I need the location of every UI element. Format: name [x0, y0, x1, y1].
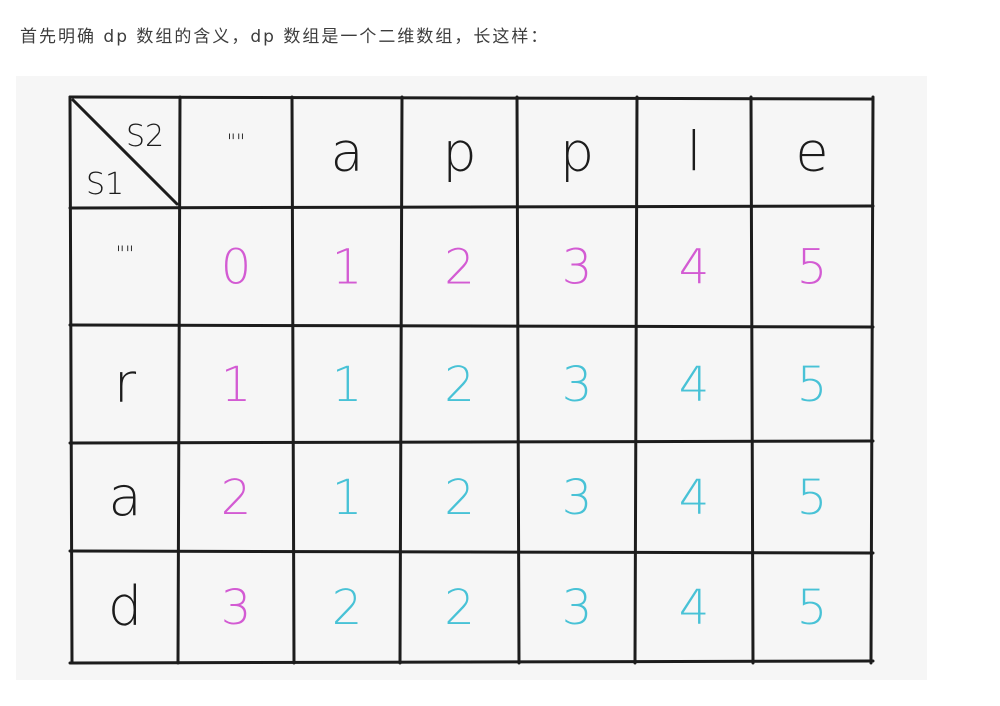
intro-text: 首先明确 dp 数组的含义，dp 数组是一个二维数组，长这样： — [20, 27, 550, 47]
corner-label-s2: S2 — [126, 119, 164, 154]
grid-column-line — [290, 95, 296, 665]
grid-row-line — [68, 95, 875, 101]
dp-cell-value: 3 — [562, 580, 593, 636]
dp-cell-value: 1 — [332, 240, 363, 296]
corner-label-s1: S1 — [86, 167, 124, 202]
dp-table-figure: S2 S1 "" a p p l e "" r a d 012345112345212345322… — [16, 76, 927, 680]
column-header: p — [560, 121, 594, 184]
dp-cell-value: 4 — [679, 470, 710, 526]
column-headers: "" a p p l e — [227, 121, 829, 184]
grid-column-line — [515, 95, 521, 665]
dp-cell-value: 5 — [797, 470, 828, 526]
dp-cell-value: 0 — [221, 240, 252, 296]
dp-cell-value: 5 — [797, 580, 828, 636]
row-header: a — [108, 465, 141, 528]
column-header: a — [330, 121, 363, 184]
dp-cell-value: 5 — [797, 357, 828, 413]
dp-cell-value: 2 — [444, 580, 475, 636]
dp-cell-value: 5 — [797, 240, 828, 296]
dp-cell-value: 3 — [562, 240, 593, 296]
corner-header: S2S1 — [71, 98, 179, 206]
dp-cell-value: 4 — [679, 580, 710, 636]
dp-cell-value: 4 — [679, 240, 710, 296]
grid-column-line — [869, 95, 875, 665]
dp-cell-value: 3 — [221, 580, 252, 636]
dp-cell-value: 2 — [332, 580, 363, 636]
dp-cell-value: 2 — [444, 357, 475, 413]
dp-cell-value: 3 — [562, 470, 593, 526]
row-headers: "" rad — [108, 242, 142, 639]
row-header: r — [114, 352, 137, 415]
dp-cell-value: 1 — [332, 357, 363, 413]
dp-cell-value: 2 — [444, 240, 475, 296]
column-header: e — [795, 121, 828, 184]
dp-cell-value: 1 — [332, 470, 363, 526]
table-cells: 0 1 2 3 4 5 1 1 2 3 4 5 2 1 2 3 4 5 3 2 2 3 4 5 — [221, 240, 828, 637]
dp-cell-value: 3 — [562, 357, 593, 413]
grid-column-line — [176, 95, 182, 665]
column-header: "" — [227, 130, 245, 154]
dp-cell-value: 4 — [679, 357, 710, 413]
column-header: p — [442, 121, 476, 184]
grid-column-line — [398, 95, 404, 665]
dp-cell-value: 2 — [444, 470, 475, 526]
grid-column-line — [633, 95, 639, 665]
dp-cell-value: 2 — [221, 470, 252, 526]
row-header: d — [108, 575, 142, 638]
dp-table-drawing: S2S1 "" a p p l e ""rad 0 1 2 3 4 51 1 2 3 4 52 1 2 3 4 53 2 2… — [68, 95, 875, 665]
grid-column-line — [749, 95, 755, 665]
grid-column-line — [68, 95, 74, 665]
row-header: "" — [116, 242, 134, 266]
dp-cell-value: 1 — [221, 357, 252, 413]
column-header: l — [686, 121, 701, 184]
